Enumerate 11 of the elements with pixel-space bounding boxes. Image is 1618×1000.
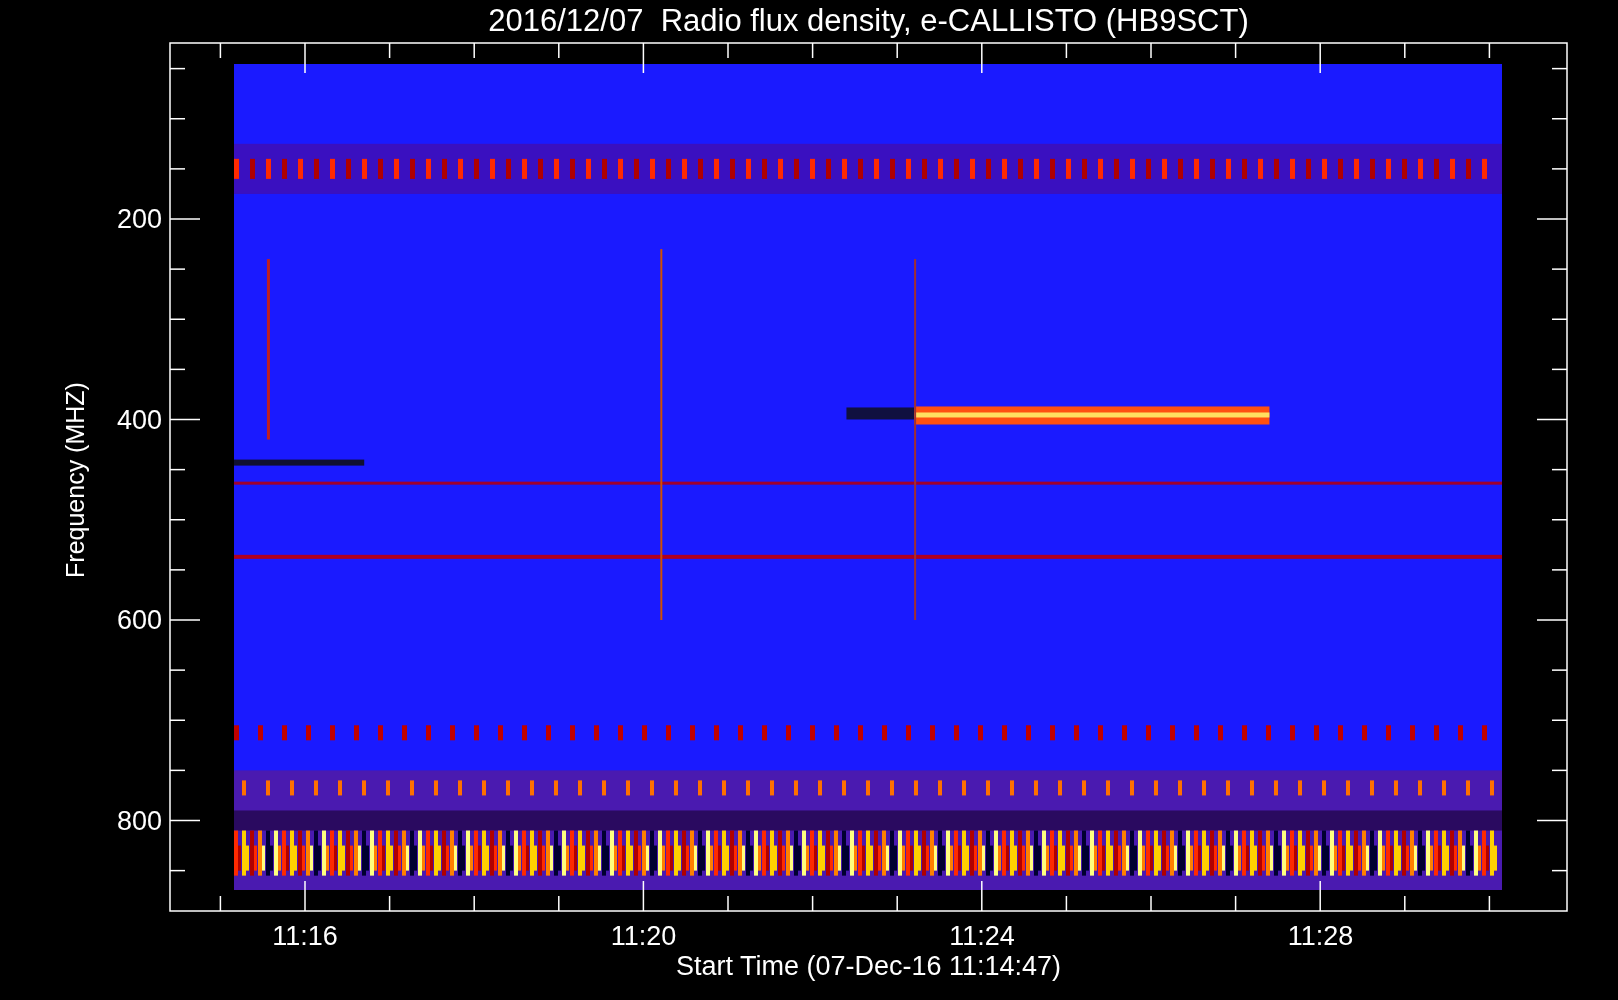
x-tick-label: 11:16 xyxy=(271,920,339,952)
chart-title: 2016/12/07 Radio flux density, e-CALLISTO (HB9SCT) xyxy=(487,2,1250,40)
x-tick-label: 11:20 xyxy=(609,920,678,952)
x-tick-label: 11:28 xyxy=(1286,920,1355,952)
y-tick-label: 200 xyxy=(115,203,162,235)
y-axis-label: Frequency (MHZ) xyxy=(60,381,90,580)
x-tick-label: 11:24 xyxy=(948,920,1016,952)
y-tick-label: 800 xyxy=(115,804,162,837)
x-axis-label: Start Time (07-Dec-16 11:14:47) xyxy=(674,950,1063,982)
y-tick-label: 400 xyxy=(115,403,162,436)
y-tick-label: 600 xyxy=(115,604,162,636)
